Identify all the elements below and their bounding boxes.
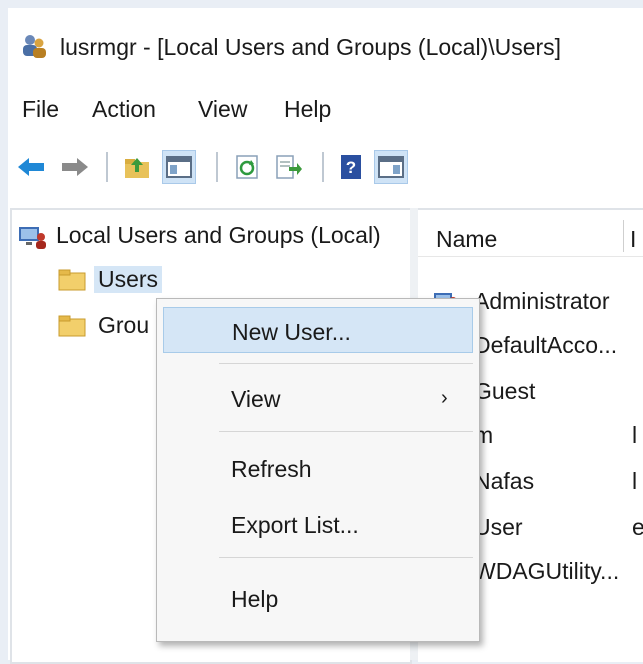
- toolbar-separator: [106, 152, 108, 182]
- forward-arrow-icon[interactable]: [58, 150, 92, 184]
- user-name: Guest: [474, 378, 536, 404]
- menu-item-export-list[interactable]: Export List...: [163, 501, 473, 547]
- menu-item-label: Help: [231, 586, 279, 612]
- tree-item-groups-label: Grou: [98, 312, 150, 338]
- menu-view[interactable]: View: [194, 94, 251, 125]
- title-bar: lusrmgr - [Local Users and Groups (Local…: [8, 8, 643, 82]
- tree-root[interactable]: Local Users and Groups (Local): [18, 222, 381, 249]
- user-extra: l: [632, 468, 638, 494]
- context-menu: New User... View › Refresh Export List..…: [156, 298, 480, 642]
- menu-item-help[interactable]: Help: [163, 575, 473, 621]
- export-list-icon[interactable]: [272, 150, 306, 184]
- tree-item-users[interactable]: Users: [58, 266, 163, 293]
- user-name: WDAGUtility...: [474, 558, 620, 584]
- menu-separator: [219, 431, 473, 432]
- menu-item-label: Refresh: [231, 456, 312, 482]
- column-divider[interactable]: [623, 220, 624, 252]
- menu-item-refresh[interactable]: Refresh: [163, 445, 473, 491]
- refresh-icon[interactable]: [230, 150, 264, 184]
- tree-item-groups[interactable]: Grou: [58, 312, 149, 339]
- show-hide-action-pane-icon[interactable]: [374, 150, 408, 184]
- menu-action[interactable]: Action: [88, 94, 160, 125]
- menu-item-label: Export List...: [231, 512, 359, 538]
- show-hide-console-tree-icon[interactable]: [162, 150, 196, 184]
- tree-root-label: Local Users and Groups (Local): [56, 222, 381, 248]
- column-name[interactable]: Name: [436, 226, 497, 253]
- user-name: Nafas: [474, 468, 535, 494]
- menu-help[interactable]: Help: [280, 94, 335, 125]
- user-extra: l: [632, 422, 638, 448]
- column-fullname[interactable]: I: [630, 226, 636, 253]
- folder-icon: [58, 269, 86, 291]
- menu-item-new-user[interactable]: New User...: [163, 307, 473, 353]
- user-name: DefaultAcco...: [474, 332, 618, 358]
- chevron-right-icon: ›: [441, 387, 448, 409]
- menu-file[interactable]: File: [18, 94, 63, 125]
- tree-item-users-label: Users: [94, 266, 163, 293]
- svg-text:?: ?: [346, 158, 356, 177]
- menu-item-label: View: [231, 386, 281, 412]
- toolbar-separator: [322, 152, 324, 182]
- list-column-header: Name I: [418, 210, 643, 257]
- back-arrow-icon[interactable]: [14, 150, 48, 184]
- toolbar: ?: [8, 144, 643, 192]
- computer-users-icon: [18, 225, 46, 249]
- user-name: User: [474, 514, 523, 540]
- up-folder-icon[interactable]: [120, 150, 154, 184]
- users-app-icon: [20, 32, 48, 60]
- menu-item-label: New User...: [232, 319, 351, 345]
- mmc-window: lusrmgr - [Local Users and Groups (Local…: [8, 8, 643, 664]
- toolbar-separator: [216, 152, 218, 182]
- window-title: lusrmgr - [Local Users and Groups (Local…: [60, 34, 562, 60]
- menu-item-view[interactable]: View ›: [163, 375, 473, 421]
- folder-icon: [58, 315, 86, 337]
- user-extra: e: [632, 514, 643, 540]
- menu-separator: [219, 363, 473, 364]
- menu-separator: [219, 557, 473, 558]
- user-name: Administrator: [474, 288, 610, 314]
- help-icon[interactable]: ?: [334, 150, 368, 184]
- menu-bar: File Action View Help: [8, 90, 643, 130]
